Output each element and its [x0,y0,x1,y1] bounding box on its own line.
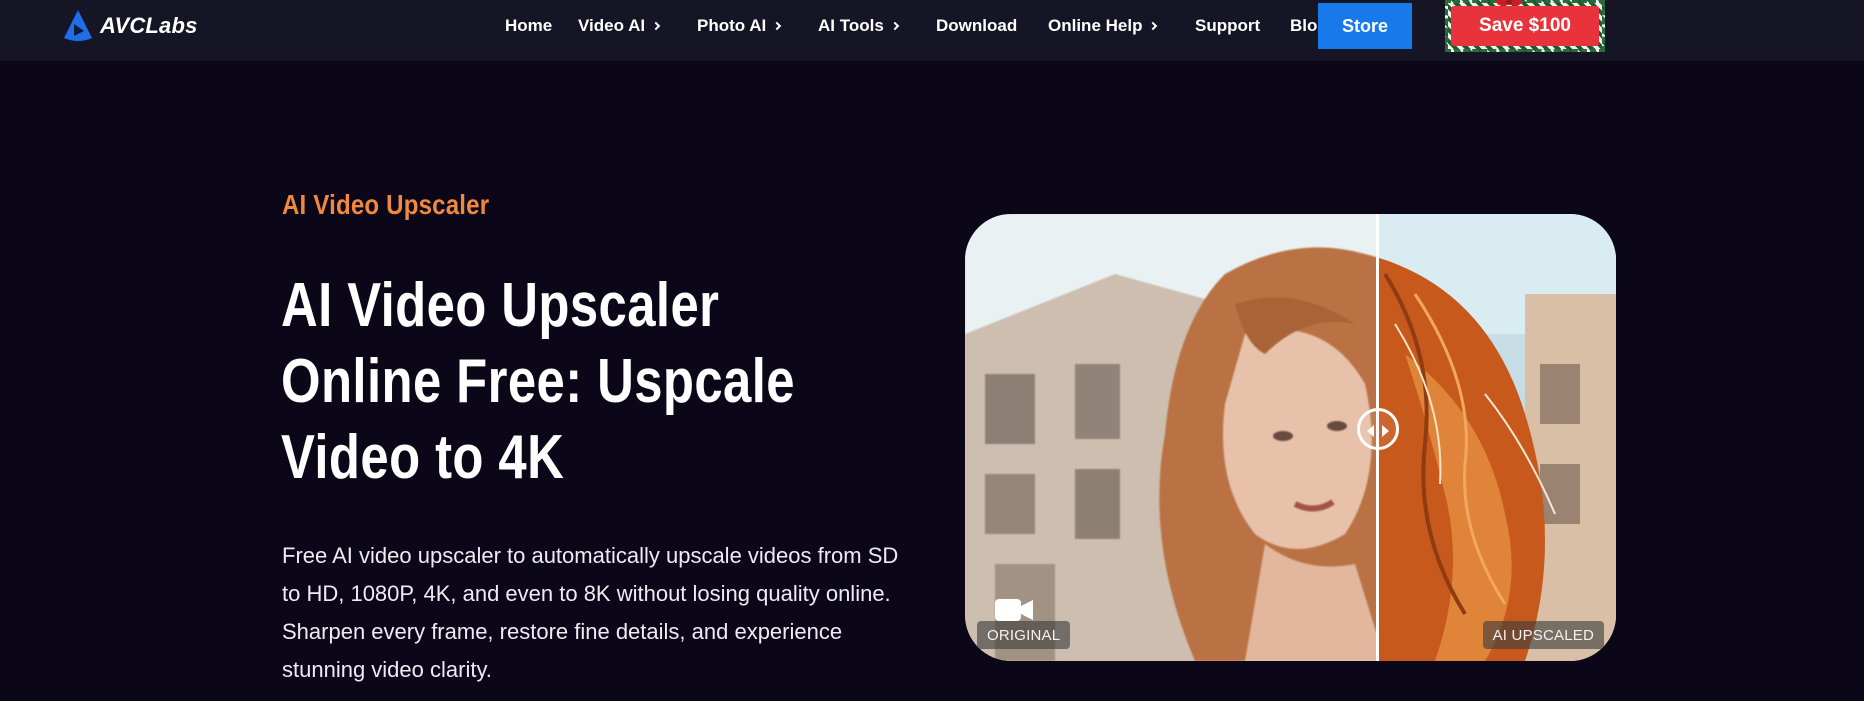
chevron-right-icon [1149,21,1158,31]
nav-item-label: Video AI [578,16,646,35]
chevron-right-icon [773,21,782,31]
logo[interactable]: AVCLabs [62,8,198,44]
nav-item-video-ai[interactable]: Video AI [578,16,661,36]
nav-item-home[interactable]: Home [505,16,552,36]
chevron-right-icon [651,21,661,31]
hero-description: Free AI video upscaler to automatically … [282,543,899,682]
logo-play-icon [64,10,92,41]
nav-item-ai-tools[interactable]: AI Tools [818,16,900,36]
promo-frame: Save $100 [1445,0,1605,52]
portrait-photo [965,214,1377,661]
nav-item-download[interactable]: Download [936,16,1017,36]
ai-upscaled-label: AI UPSCALED [1482,621,1604,649]
video-camera-icon [995,599,1033,621]
original-label: ORIGINAL [977,621,1071,649]
original-image: ORIGINAL [965,214,1377,661]
portrait-photo-upscaled [1377,214,1616,661]
nav-item-label: Support [1195,16,1261,35]
headline-line: AI Video Upscaler [281,271,720,340]
nav-item-label: Download [936,16,1018,35]
logo-text: AVCLabs [100,13,198,38]
nav-item-label: Home [505,16,553,35]
gift-bow-icon [1496,0,1522,6]
hero-eyebrow: AI Video Upscaler [282,189,490,220]
ai-upscaled-image: AI UPSCALED [1377,214,1616,661]
hero-headline: AI Video Upscaler Online Free: Uspcale V… [281,268,806,496]
headline-line: Online Free: Uspcale [281,347,795,416]
nav-item-label: Online Help [1048,16,1143,35]
top-navigation: AVCLabs Home Video AI Photo AI AI Tools … [0,0,1864,61]
slider-handle-icon[interactable] [1357,408,1399,450]
nav-item-label: Photo AI [697,16,767,35]
chevron-right-icon [890,21,900,31]
nav-item-support[interactable]: Support [1195,16,1260,36]
nav-item-photo-ai[interactable]: Photo AI [697,16,782,36]
before-after-comparison[interactable]: ORIGINAL AI UPSCALED [965,214,1616,661]
save-promo-button[interactable]: Save $100 [1451,6,1599,46]
headline-line: Video to 4K [281,423,565,492]
nav-item-label: AI Tools [818,16,884,35]
store-button[interactable]: Store [1318,3,1412,49]
nav-item-online-help[interactable]: Online Help [1048,16,1158,36]
